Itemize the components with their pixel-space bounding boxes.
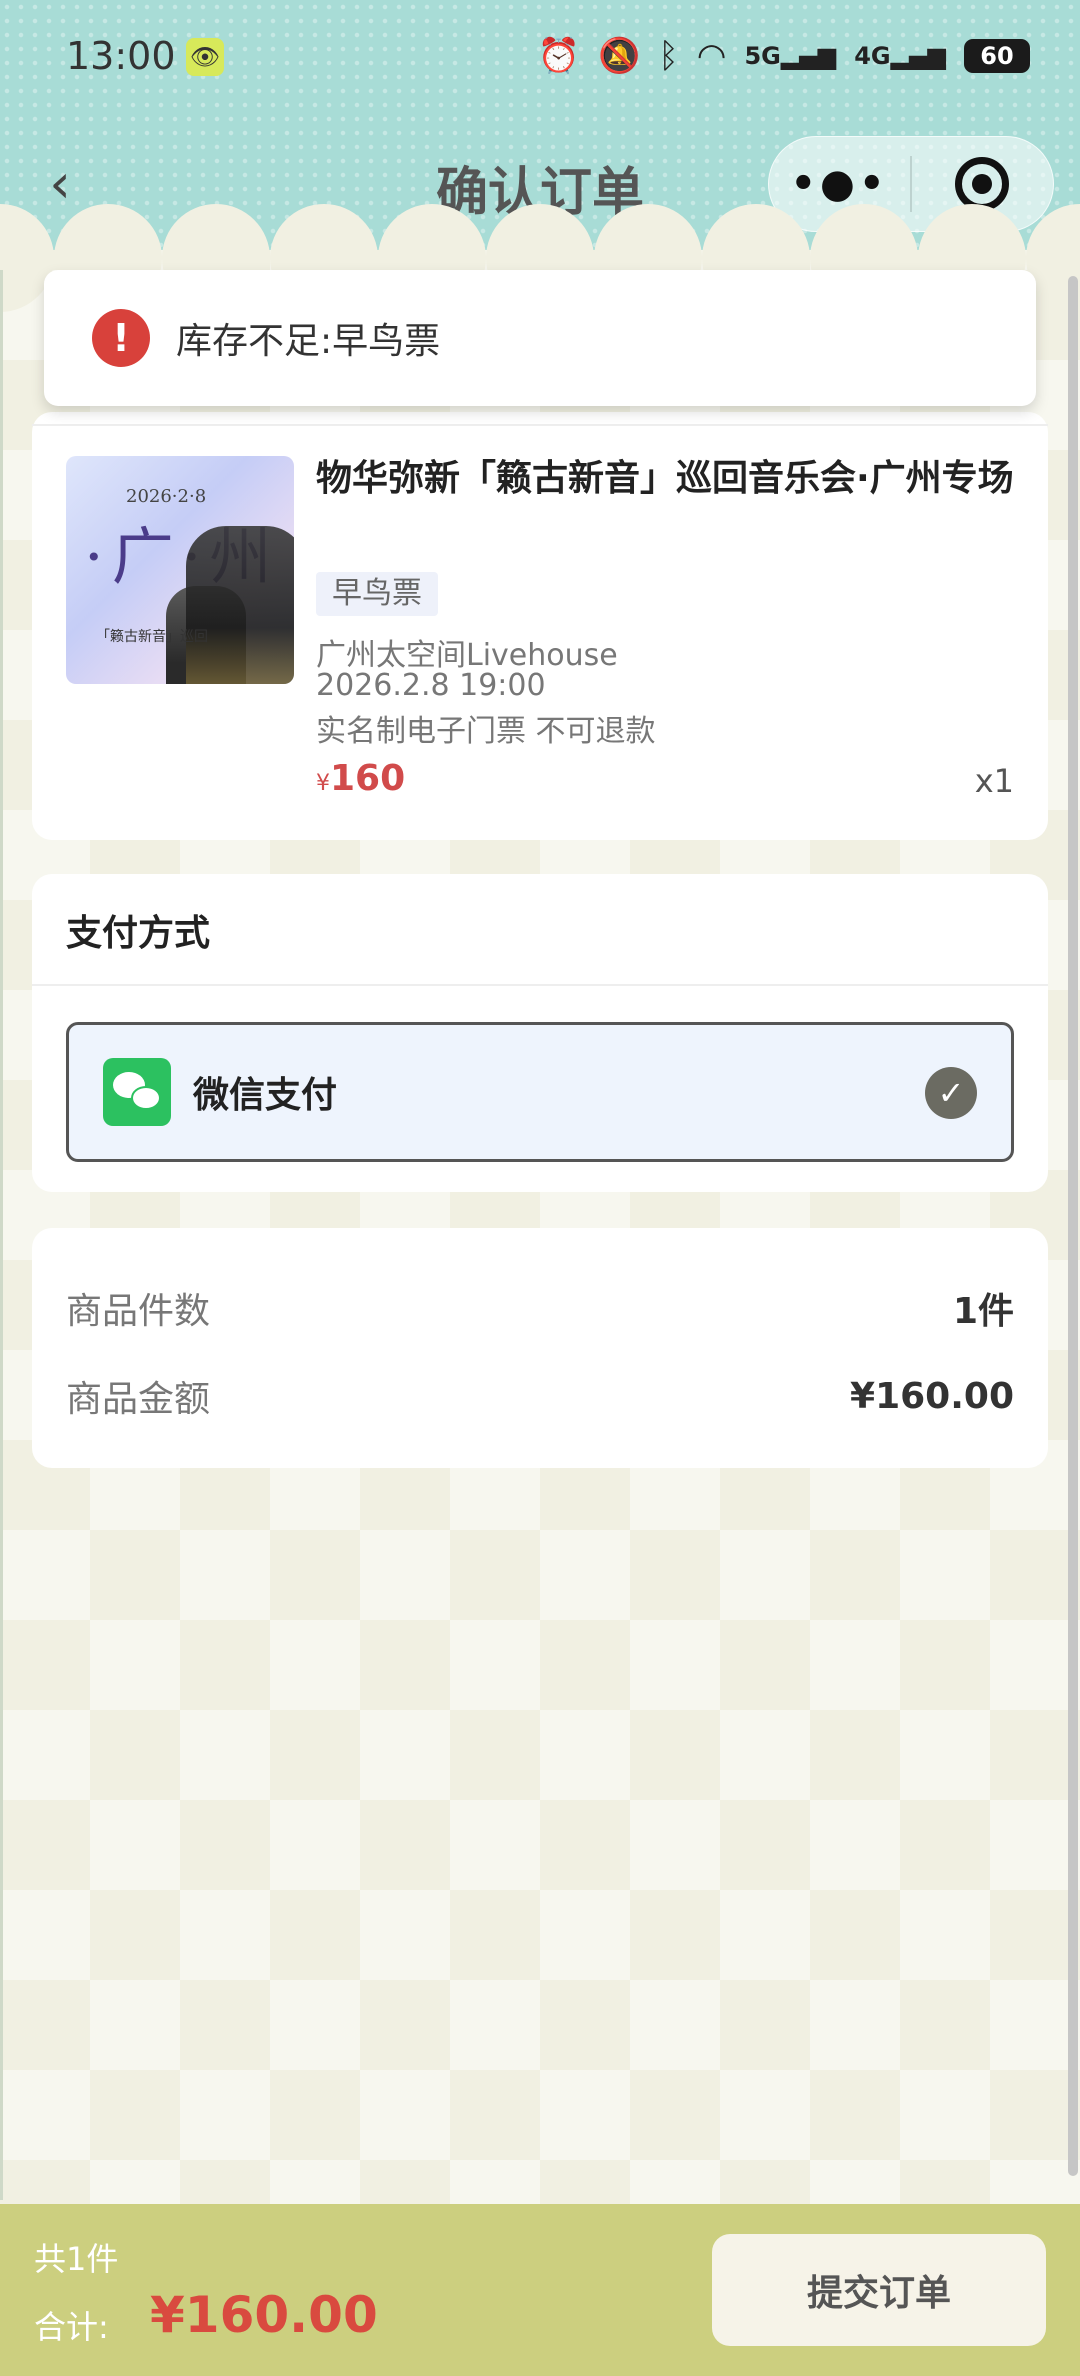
status-bar: 13:00 👁 ⏰ 🔕 ᛒ ◠ 5G▂▄▆ 4G▂▄▆ 60 [0,0,1080,118]
item-count-row: 商品件数 1件 [66,1278,1014,1338]
bluetooth-icon: ᛒ [658,36,679,76]
page-edge [0,270,3,2200]
signal-4g-icon: 4G▂▄▆ [854,42,946,70]
event-poster-image: 2026·2·8 ·广·州 「籁古新音」巡回 [66,456,294,684]
product-card: 2026·2·8 ·广·州 「籁古新音」巡回 物华弥新「籁古新音」巡回音乐会·广… [32,412,1048,840]
more-button[interactable]: •●• [769,161,910,207]
checkout-bar: 共1件 合计: ¥160.00 提交订单 [0,2204,1080,2376]
stock-error-toast: ! 库存不足:早鸟票 [44,270,1036,406]
event-datetime: 2026.2.8 19:00 [316,668,546,703]
close-button[interactable] [912,157,1053,211]
payment-card: 支付方式 微信支付 ✓ [32,874,1048,1192]
product-price: ¥160 [316,758,406,799]
checkmark-icon: ✓ [925,1067,977,1119]
mute-icon: 🔕 [598,36,641,76]
battery-icon: 60 [964,39,1030,73]
wechat-icon [103,1058,171,1126]
signal-5g-icon: 5G▂▄▆ [744,42,837,70]
ticket-type-tag: 早鸟票 [316,572,438,616]
target-circle-icon [955,157,1010,211]
item-amount-row: 商品金额 ¥160.00 [66,1366,1014,1426]
total-count: 共1件 [34,2240,119,2278]
more-dots-icon: •●• [790,161,889,207]
order-summary-card: 商品件数 1件 商品金额 ¥160.00 [32,1228,1048,1468]
scallop-border [0,204,1080,312]
poster-date: 2026·2·8 [126,486,207,507]
status-icons: ⏰ 🔕 ᛒ ◠ 5G▂▄▆ 4G▂▄▆ 60 [538,36,1030,76]
total-amount: ¥160.00 [150,2286,378,2344]
wifi-icon: ◠ [696,36,727,76]
total-label: 合计: [34,2308,109,2346]
item-amount-value: ¥160.00 [850,1375,1014,1417]
wechat-pay-option[interactable]: 微信支付 ✓ [66,1022,1014,1162]
error-icon: ! [92,309,150,367]
ticket-note: 实名制电子门票 不可退款 [316,714,656,749]
app-notification-icon: 👁 [186,38,224,76]
item-count-value: 1件 [952,1291,1014,1332]
status-time: 13:00 [66,34,176,78]
submit-order-button[interactable]: 提交订单 [712,2234,1046,2346]
scrollbar[interactable] [1068,276,1078,2176]
wechat-pay-label: 微信支付 [193,1075,338,1116]
poster-subtitle: 「籁古新音」巡回 [96,629,208,645]
item-count-label: 商品件数 [66,1291,211,1332]
product-title: 物华弥新「籁古新音」巡回音乐会·广州专场 [316,458,1014,499]
alarm-icon: ⏰ [537,36,581,76]
toast-message: 库存不足:早鸟票 [176,321,441,362]
product-quantity: x1 [974,762,1014,800]
header: 13:00 👁 ⏰ 🔕 ᛒ ◠ 5G▂▄▆ 4G▂▄▆ 60 ‹ 确认订单 •●… [0,0,1080,312]
payment-title: 支付方式 [66,913,211,954]
item-amount-label: 商品金额 [66,1379,211,1420]
